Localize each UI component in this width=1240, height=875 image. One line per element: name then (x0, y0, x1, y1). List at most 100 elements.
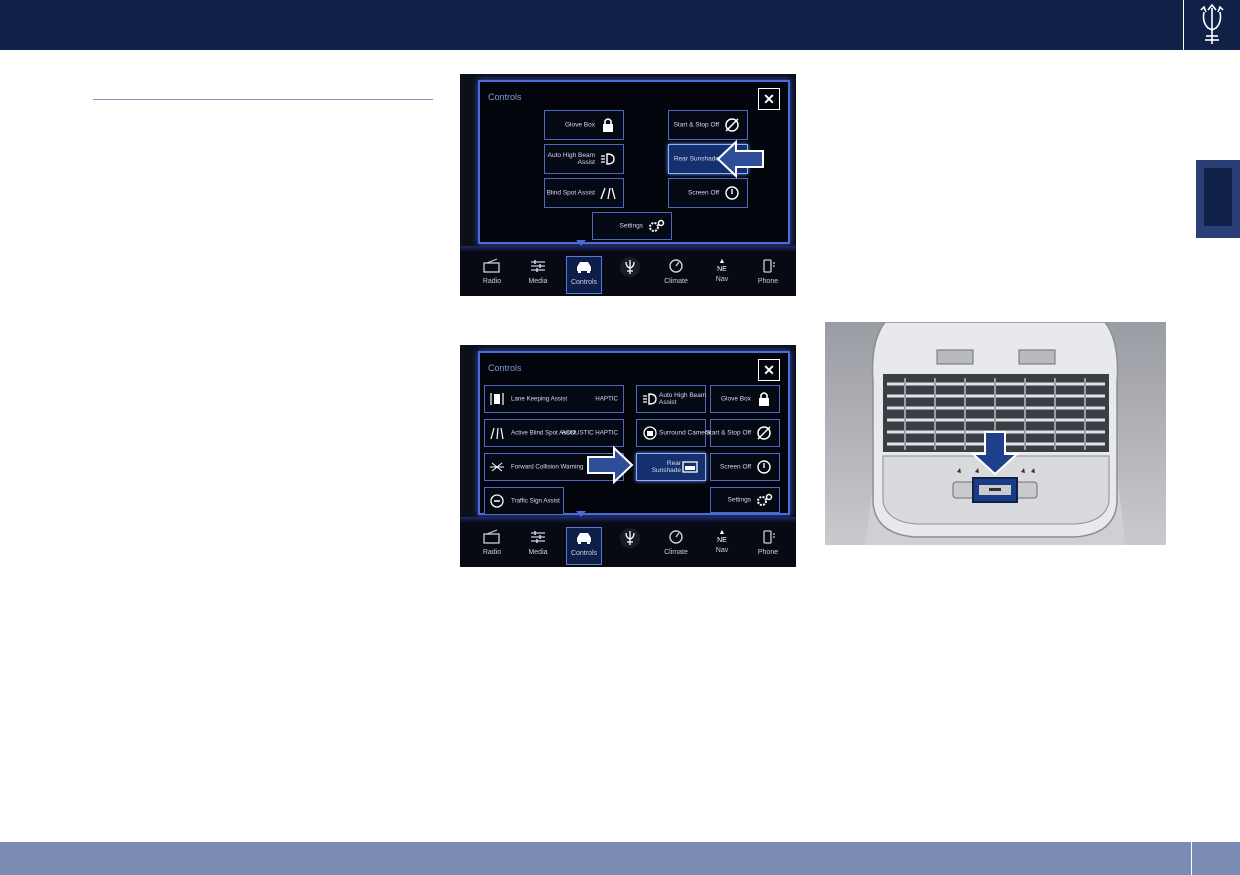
button-label: Screen Off (720, 463, 751, 471)
maserati-trident-logo (1183, 0, 1240, 50)
button-label: Start & Stop Off (705, 429, 751, 437)
nav-controls[interactable]: Controls (566, 256, 602, 294)
power-icon (757, 460, 771, 474)
nav-phone[interactable]: Phone (750, 527, 786, 565)
nav-label: Radio (482, 278, 502, 285)
nav-label: Phone (757, 549, 779, 556)
nav-label: Radio (482, 549, 502, 556)
nav-media[interactable]: Media (520, 527, 556, 565)
row-label: Traffic Sign Assist (511, 497, 560, 505)
phone-icon (763, 259, 775, 273)
button-label: Rear Sunshade (651, 460, 681, 474)
glove-box-button[interactable]: Glove Box (710, 385, 780, 413)
nav-controls[interactable]: Controls (566, 527, 602, 565)
blind-spot-icon (490, 427, 504, 440)
button-label: Start & Stop Off (673, 121, 719, 129)
nav-label: Nav (715, 276, 729, 283)
trident-icon (620, 528, 640, 548)
nav-nav[interactable]: ▲ NE Nav (704, 256, 740, 294)
camera-icon (643, 426, 657, 440)
climate-icon (669, 530, 683, 544)
panel-title: Controls (488, 363, 522, 373)
screen-off-button[interactable]: Screen Off (668, 178, 748, 208)
blind-spot-icon (600, 187, 616, 200)
controls-panel: Controls ✕ Lane Keeping Assist HAPTIC Ac… (478, 351, 790, 515)
row-value: HAPTIC (595, 395, 618, 403)
nav-label: Media (528, 549, 548, 556)
row-label: Lane Keeping Assist (511, 395, 568, 403)
traffic-sign-icon (490, 494, 504, 508)
start-stop-button[interactable]: Start & Stop Off (668, 110, 748, 140)
car-icon (577, 533, 591, 544)
controls-screen-2: Controls ✕ Lane Keeping Assist HAPTIC Ac… (460, 345, 796, 567)
pointer-arrow-icon (587, 445, 634, 485)
nav-nav[interactable]: ▲ NE Nav (704, 527, 740, 565)
button-label: Blind Spot Assist (546, 189, 595, 197)
panel-title: Controls (488, 92, 522, 102)
button-label: Settings (619, 222, 644, 230)
nav-home[interactable] (612, 527, 648, 565)
chapter-tab (1196, 160, 1240, 238)
row-value: ACOUSTIC HAPTIC (561, 429, 618, 437)
button-label: Rear Sunshade (673, 155, 719, 163)
nav-media[interactable]: Media (520, 256, 556, 294)
nav-label: Media (528, 278, 548, 285)
high-beam-icon (601, 153, 615, 165)
gear-icon (757, 493, 773, 506)
button-label: Screen Off (688, 189, 719, 197)
settings-button[interactable]: Settings (710, 487, 780, 513)
trident-icon (620, 257, 640, 277)
close-button[interactable]: ✕ (758, 88, 780, 110)
blind-spot-button[interactable]: Blind Spot Assist (544, 178, 624, 208)
nav-home[interactable] (612, 256, 648, 294)
auto-high-beam-button[interactable]: Auto High Beam Assist (544, 144, 624, 174)
screen-off-button[interactable]: Screen Off (710, 453, 780, 481)
nav-climate[interactable]: Climate (658, 527, 694, 565)
bottom-nav-bar: Radio Media Controls Climate ▲ NE Nav Pho… (460, 246, 796, 296)
start-stop-off-icon (757, 426, 771, 440)
button-label: Glove Box (565, 121, 595, 129)
nav-phone[interactable]: Phone (750, 256, 786, 294)
pointer-arrow-icon (716, 139, 764, 179)
car-icon (577, 262, 591, 273)
traffic-sign-row[interactable]: Traffic Sign Assist (484, 487, 564, 515)
lane-keeping-icon (490, 393, 504, 405)
nav-label: Climate (664, 278, 688, 285)
button-label: Settings (727, 496, 752, 504)
rear-console-illustration (825, 322, 1166, 545)
rear-console-photo (825, 322, 1166, 545)
settings-button[interactable]: Settings (592, 212, 672, 240)
top-header-bar (0, 0, 1240, 50)
climate-icon (669, 259, 683, 273)
compass-icon: ▲ NE (717, 258, 727, 273)
nav-label: Nav (715, 547, 729, 554)
button-label: Auto High Beam Assist (547, 152, 595, 166)
nav-label: Climate (664, 549, 688, 556)
nav-label: Controls (570, 279, 598, 286)
start-stop-button[interactable]: Start & Stop Off (706, 419, 780, 447)
page-number-separator (1191, 842, 1192, 875)
phone-icon (763, 530, 775, 544)
active-blind-spot-row[interactable]: Active Blind Spot Assist ACOUSTIC HAPTIC (484, 419, 624, 447)
nav-label: Phone (757, 278, 779, 285)
button-label: Glove Box (721, 395, 751, 403)
close-button[interactable]: ✕ (758, 359, 780, 381)
gear-icon (649, 219, 665, 232)
radio-icon (483, 258, 500, 273)
row-label: Forward Collision Warning (511, 463, 584, 471)
nav-climate[interactable]: Climate (658, 256, 694, 294)
controls-screen-1: Controls ✕ Glove Box Start & Stop Off Au… (460, 74, 796, 296)
start-stop-off-icon (725, 118, 739, 132)
footer-bar (0, 842, 1240, 875)
lane-keeping-row[interactable]: Lane Keeping Assist HAPTIC (484, 385, 624, 413)
section-rule (93, 99, 433, 100)
power-icon (725, 186, 739, 200)
nav-radio[interactable]: Radio (474, 527, 510, 565)
forward-collision-icon (490, 462, 504, 472)
lock-icon (759, 392, 769, 406)
media-icon (531, 260, 545, 272)
nav-radio[interactable]: Radio (474, 256, 510, 294)
lock-icon (603, 118, 613, 132)
bottom-nav-bar: Radio Media Controls Climate ▲ NE Nav Pho… (460, 517, 796, 567)
glove-box-button[interactable]: Glove Box (544, 110, 624, 140)
